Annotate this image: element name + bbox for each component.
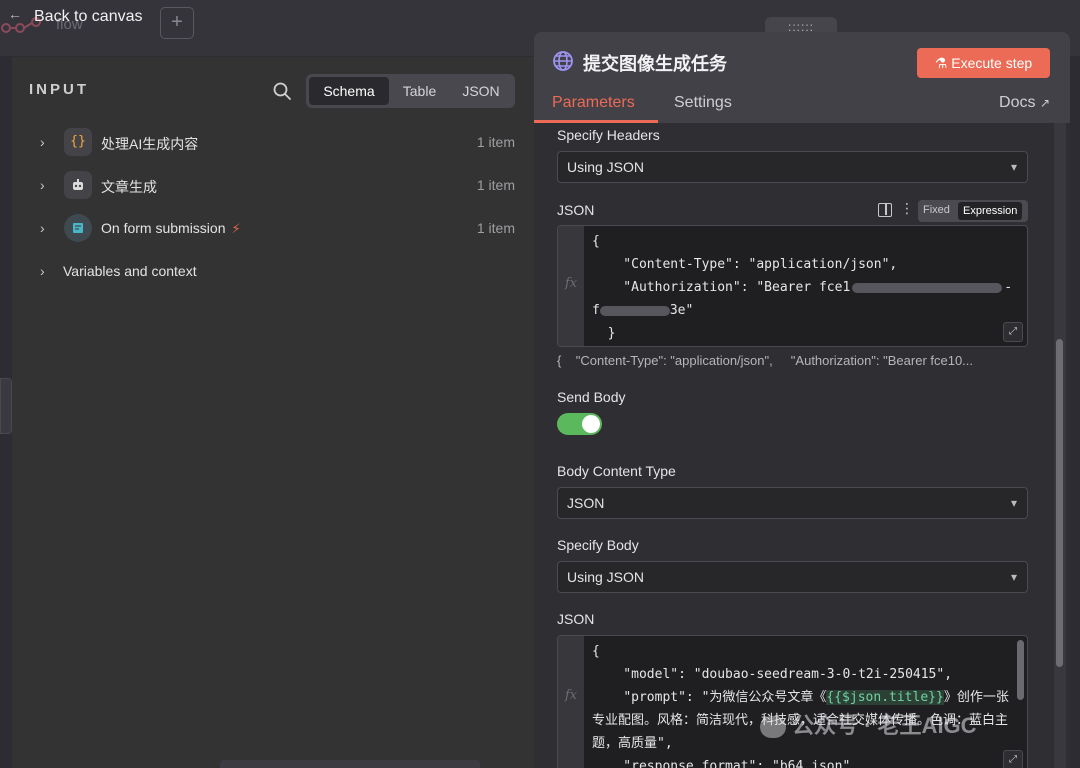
- back-to-canvas-link[interactable]: Back to canvas: [34, 8, 143, 26]
- specify-headers-select[interactable]: Using JSON ▾: [557, 151, 1028, 183]
- chevron-right-icon[interactable]: ›: [40, 134, 45, 150]
- code-text[interactable]: { "model": "doubao-seedream-3-0-t2i-2504…: [566, 640, 1011, 768]
- send-body-toggle[interactable]: [557, 413, 602, 435]
- wechat-icon: [760, 716, 786, 739]
- code-fragment: "Authorization": "Bearer fce1: [592, 280, 851, 295]
- view-schema-button[interactable]: Schema: [309, 77, 389, 105]
- input-panel-title: INPUT: [29, 81, 89, 98]
- specify-headers-label: Specify Headers: [557, 127, 660, 143]
- expression-option[interactable]: Expression: [958, 202, 1023, 220]
- headers-json-label: JSON: [557, 202, 595, 218]
- input-node-row[interactable]: › {} 处理AI生成内容 1 item: [12, 126, 534, 160]
- expand-editor-icon[interactable]: ⤢: [1003, 750, 1023, 768]
- expand-editor-icon[interactable]: ⤢: [1003, 322, 1023, 342]
- item-count: 1 item: [476, 134, 515, 150]
- item-count: 1 item: [476, 177, 515, 193]
- code-text[interactable]: { "Content-Type": "application/json", "A…: [592, 230, 1012, 345]
- node-title: 提交图像生成任务: [583, 54, 727, 74]
- fixed-expression-toggle: Fixed Expression: [918, 200, 1028, 222]
- input-node-row[interactable]: › On form submission ⚡ 1 item: [12, 212, 534, 246]
- specify-body-select[interactable]: Using JSON ▾: [557, 561, 1028, 593]
- external-link-icon: ↗: [1039, 96, 1050, 110]
- flask-icon: ⚗: [934, 55, 948, 71]
- fixed-option[interactable]: Fixed: [923, 204, 950, 216]
- node-name: 处理AI生成内容: [101, 136, 199, 152]
- node-name-text: On form submission: [101, 220, 226, 236]
- execute-step-label: Execute step: [951, 55, 1033, 71]
- code-line: }: [592, 326, 616, 341]
- redacted-token: [599, 305, 670, 316]
- redacted-token: [852, 282, 1003, 293]
- json-braces-icon: {}: [64, 128, 92, 156]
- select-value: Using JSON: [567, 159, 645, 175]
- chevron-down-icon: ▾: [1010, 570, 1017, 584]
- code-line: "model": "doubao-seedream-3-0-t2i-250415…: [592, 667, 953, 682]
- view-table-button[interactable]: Table: [389, 77, 450, 105]
- chevron-right-icon[interactable]: ›: [40, 220, 45, 236]
- chevron-right-icon[interactable]: ›: [40, 263, 45, 279]
- chevron-right-icon[interactable]: ›: [40, 177, 45, 193]
- execute-step-button[interactable]: ⚗ Execute step: [917, 48, 1050, 78]
- globe-icon: [553, 51, 573, 71]
- scrollbar-thumb[interactable]: [1056, 339, 1063, 667]
- code-fragment: "prompt": "为微信公众号文章《: [592, 690, 827, 705]
- view-mode-toggle: Schema Table JSON: [306, 74, 515, 108]
- left-edge-handle[interactable]: [0, 378, 12, 434]
- variables-context-row[interactable]: › Variables and context: [12, 255, 534, 289]
- body-content-type-select[interactable]: JSON ▾: [557, 487, 1028, 519]
- code-fragment: -: [1004, 280, 1013, 295]
- item-count: 1 item: [476, 220, 515, 236]
- code-fragment: f: [592, 303, 600, 318]
- docs-label: Docs: [999, 94, 1036, 111]
- split-panel-icon[interactable]: [878, 203, 892, 217]
- back-arrow-icon[interactable]: ←: [8, 6, 22, 22]
- tab-parameters[interactable]: Parameters: [552, 94, 635, 112]
- search-icon[interactable]: [272, 81, 292, 101]
- specify-body-label: Specify Body: [557, 537, 639, 553]
- code-line: "response_format": "b64_json",: [592, 759, 859, 768]
- lightning-bolt-icon: ⚡: [231, 221, 241, 236]
- select-value: Using JSON: [567, 569, 645, 585]
- body-json-editor[interactable]: fx { "model": "doubao-seedream-3-0-t2i-2…: [557, 635, 1028, 768]
- node-name: 文章生成: [101, 179, 157, 195]
- expression-token: {{$json.title}}: [826, 690, 944, 705]
- variables-context-label: Variables and context: [63, 263, 197, 279]
- editor-scrollbar-thumb[interactable]: [1017, 640, 1024, 700]
- chevron-down-icon: ▾: [1010, 496, 1017, 510]
- code-line: f 3e": [592, 299, 1007, 322]
- vertical-scrollbar[interactable]: [1054, 123, 1066, 768]
- code-fragment: 3e": [669, 303, 694, 318]
- watermark: 公众号 · 老王AIGC: [760, 708, 977, 740]
- chevron-down-icon: ▾: [1010, 160, 1017, 174]
- robot-icon: [64, 171, 92, 199]
- parameters-scroll-area: Specify Headers Using JSON ▾ JSON ⋮ Fixe…: [534, 123, 1070, 768]
- node-details-panel: 提交图像生成任务 ⚗ Execute step Parameters Setti…: [534, 32, 1070, 768]
- more-options-icon[interactable]: ⋮: [900, 200, 914, 217]
- body-json-label: JSON: [557, 611, 595, 627]
- headers-json-editor[interactable]: fx { "Content-Type": "application/json",…: [557, 225, 1028, 347]
- watermark-text: 公众号 · 老王AIGC: [792, 713, 977, 738]
- add-node-button[interactable]: +: [160, 7, 194, 39]
- docs-link[interactable]: Docs ↗: [999, 94, 1050, 112]
- select-value: JSON: [567, 495, 605, 511]
- tab-settings[interactable]: Settings: [674, 94, 732, 112]
- canvas-node-ghost: [220, 760, 480, 768]
- expression-gutter: fx: [558, 226, 584, 346]
- code-line: "Content-Type": "application/json",: [592, 257, 898, 272]
- form-icon: [64, 214, 92, 242]
- headers-result-preview: { "Content-Type": "application/json", "A…: [557, 353, 974, 368]
- node-name: On form submission ⚡: [101, 220, 241, 237]
- code-line: {: [592, 644, 600, 659]
- fx-icon: fx: [565, 276, 578, 291]
- toggle-knob: [582, 415, 600, 433]
- send-body-label: Send Body: [557, 389, 626, 405]
- code-line: "Authorization": "Bearer fce1 -: [592, 276, 1012, 299]
- input-panel: INPUT Schema Table JSON › {} 处理AI生成内容 1 …: [12, 57, 534, 768]
- body-content-type-label: Body Content Type: [557, 463, 676, 479]
- input-node-row[interactable]: › 文章生成 1 item: [12, 169, 534, 203]
- view-json-button[interactable]: JSON: [450, 77, 512, 105]
- code-line: {: [592, 234, 600, 249]
